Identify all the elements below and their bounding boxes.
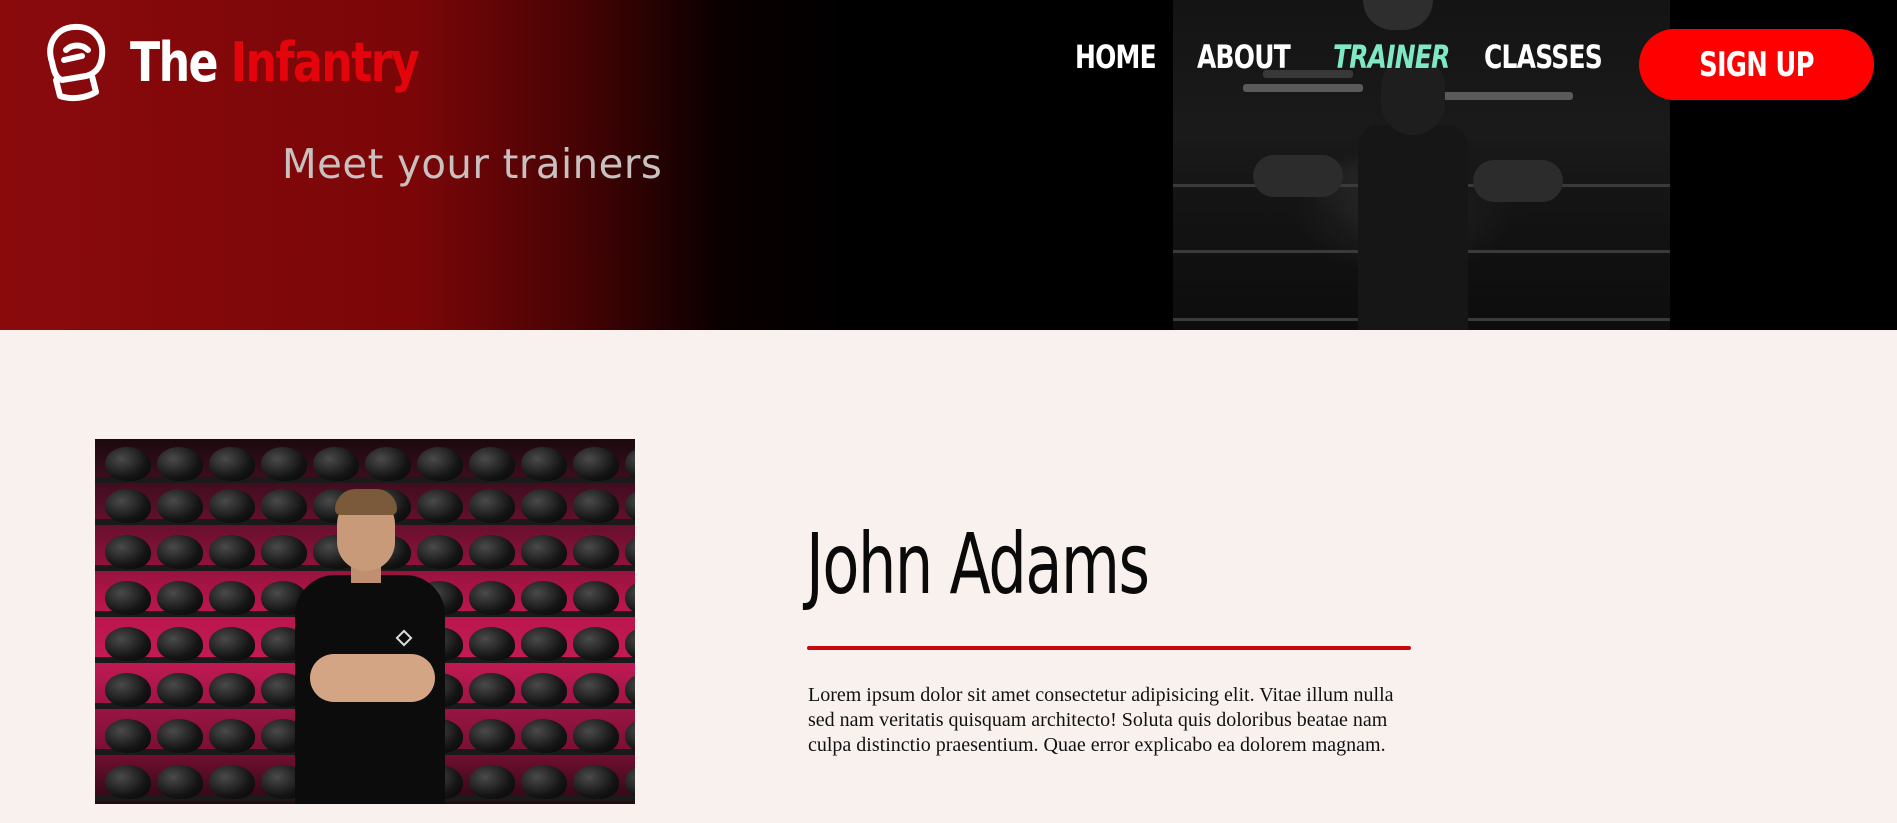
boxing-glove-decor [573, 489, 619, 523]
boxing-glove-decor [573, 627, 619, 661]
boxing-glove-decor [261, 489, 307, 523]
trainer-name: John Adams [806, 515, 1150, 613]
boxing-glove-decor [573, 535, 619, 569]
sign-up-button[interactable]: SIGN UP [1639, 29, 1874, 100]
boxing-glove-decor [521, 581, 567, 615]
trainer-photo [95, 439, 635, 804]
boxing-glove-decor [573, 447, 619, 481]
boxing-glove-decor [625, 765, 635, 799]
boxing-glove-decor [521, 673, 567, 707]
boxing-glove-decor [157, 489, 203, 523]
boxing-glove-decor [157, 581, 203, 615]
boxer-glove [1253, 155, 1343, 197]
boxing-glove-decor [625, 673, 635, 707]
boxing-glove-decor [469, 627, 515, 661]
boxing-glove-decor [625, 535, 635, 569]
nav-home[interactable]: HOME [1075, 38, 1157, 76]
boxing-glove-decor [417, 535, 463, 569]
boxing-glove-decor [469, 581, 515, 615]
boxing-glove-decor [573, 765, 619, 799]
sign-up-label: SIGN UP [1699, 44, 1814, 85]
boxing-glove-decor [469, 535, 515, 569]
boxing-glove-decor [469, 719, 515, 753]
boxing-glove-decor [105, 719, 151, 753]
boxing-glove-decor [157, 627, 203, 661]
boxing-glove-decor [105, 447, 151, 481]
boxer-silhouette [1358, 125, 1468, 330]
boxing-glove-decor [261, 535, 307, 569]
boxing-glove-decor [105, 489, 151, 523]
boxing-glove-decor [209, 719, 255, 753]
boxing-glove-decor [521, 535, 567, 569]
boxing-glove-decor [469, 489, 515, 523]
light-strip [1423, 92, 1573, 100]
boxing-glove-decor [157, 447, 203, 481]
trainer-crossed-arms [310, 654, 435, 702]
trainer-bio: Lorem ipsum dolor sit amet consectetur a… [808, 684, 1394, 756]
boxing-glove-decor [417, 489, 463, 523]
boxing-glove-decor [157, 719, 203, 753]
name-divider [807, 646, 1411, 650]
boxing-glove-decor [573, 719, 619, 753]
boxing-glove-decor [105, 765, 151, 799]
hero-subtitle: Meet your trainers [282, 140, 663, 188]
boxing-glove-decor [157, 673, 203, 707]
boxing-glove-decor [157, 535, 203, 569]
nav-trainer[interactable]: TRAINER [1333, 38, 1450, 76]
boxing-glove-decor [573, 581, 619, 615]
boxing-glove-decor [469, 447, 515, 481]
boxing-glove-decor [105, 535, 151, 569]
brand-name-part2: Infantry [230, 30, 420, 94]
boxer-glove [1473, 160, 1563, 202]
boxing-glove-decor [625, 627, 635, 661]
brand-logo[interactable]: The Infantry [42, 22, 481, 102]
boxing-glove-decor [209, 765, 255, 799]
boxing-glove-decor [521, 447, 567, 481]
ceiling-lamp [1363, 0, 1433, 30]
boxing-glove-decor [105, 627, 151, 661]
boxing-glove-decor [521, 489, 567, 523]
boxing-glove-decor [105, 673, 151, 707]
boxing-glove-decor [313, 447, 359, 481]
nav-about[interactable]: ABOUT [1197, 38, 1291, 76]
boxing-glove-decor [157, 765, 203, 799]
boxing-glove-icon [47, 23, 106, 102]
boxing-glove-decor [365, 447, 411, 481]
boxing-glove-decor [521, 765, 567, 799]
boxing-glove-decor [625, 447, 635, 481]
boxing-glove-decor [469, 673, 515, 707]
boxing-glove-decor [573, 673, 619, 707]
boxing-glove-decor [417, 447, 463, 481]
boxing-glove-decor [105, 581, 151, 615]
boxing-glove-decor [625, 489, 635, 523]
boxing-glove-decor [209, 627, 255, 661]
boxing-glove-decor [209, 581, 255, 615]
boxing-glove-decor [625, 581, 635, 615]
brand-name: The Infantry [130, 30, 420, 94]
light-strip [1243, 84, 1363, 92]
hero-banner: The Infantry HOME ABOUT TRAINER CLASSES … [0, 0, 1897, 330]
trainer-hair [335, 489, 397, 515]
boxing-glove-decor [469, 765, 515, 799]
boxing-glove-decor [209, 673, 255, 707]
boxing-glove-decor [209, 535, 255, 569]
brand-name-part1: The [130, 30, 218, 94]
boxing-glove-decor [209, 489, 255, 523]
boxing-glove-decor [261, 447, 307, 481]
boxing-glove-decor [209, 447, 255, 481]
boxing-glove-decor [521, 627, 567, 661]
boxing-glove-decor [521, 719, 567, 753]
nav-classes[interactable]: CLASSES [1484, 38, 1603, 76]
boxing-glove-decor [625, 719, 635, 753]
